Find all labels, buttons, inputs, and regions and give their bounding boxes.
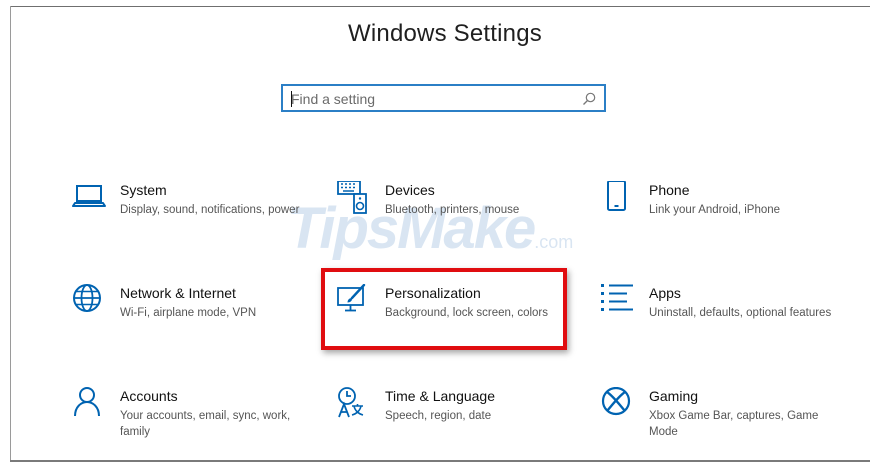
tile-name: Network & Internet [120,285,236,301]
window-bottom-border [10,460,870,462]
text-cursor [291,91,292,107]
tile-name: System [120,182,167,198]
tile-phone[interactable]: Phone Link your Android, iPhone [601,181,841,251]
tile-name: Phone [649,182,690,198]
tile-name: Accounts [120,388,178,404]
tile-name: Devices [385,182,435,198]
tile-description: Uninstall, defaults, optional features [649,307,832,319]
window-left-border [10,6,11,460]
tile-description: Wi-Fi, airplane mode, VPN [120,307,257,319]
page-title: Windows Settings [348,20,542,47]
highlight-box [321,268,567,350]
search-input[interactable] [291,89,571,109]
tile-description: Xbox Game Bar, captures, Game Mode [649,410,819,438]
tile-description: Link your Android, iPhone [649,204,781,216]
tile-description: Speech, region, date [385,410,492,422]
window-top-border [10,6,870,7]
tile-accounts[interactable]: Accounts Your accounts, email, sync, wor… [72,387,312,457]
tile-apps[interactable]: Apps Uninstall, defaults, optional featu… [601,284,841,354]
search-icon[interactable] [581,91,597,107]
tile-description: Bluetooth, printers, mouse [385,204,520,216]
tile-gaming[interactable]: Gaming Xbox Game Bar, captures, Game Mod… [601,387,841,457]
apps-list-icon [601,284,633,311]
keyboard-speaker-icon [337,181,367,214]
xbox-icon [601,387,631,416]
phone-icon [607,181,626,211]
search-box[interactable] [281,84,606,112]
person-icon [74,387,100,417]
tile-time-language[interactable]: Time & Language Speech, region, date [337,387,577,457]
tile-name: Gaming [649,388,699,404]
tile-name: Apps [649,285,681,301]
globe-icon [73,284,101,312]
clock-language-icon [338,387,364,418]
laptop-icon [72,185,106,207]
tile-system[interactable]: System Display, sound, notifications, po… [72,181,312,251]
tile-network-internet[interactable]: Network & Internet Wi-Fi, airplane mode,… [72,284,312,354]
tile-description: Display, sound, notifications, power [120,204,300,216]
tile-devices[interactable]: Devices Bluetooth, printers, mouse [337,181,577,251]
tile-description: Your accounts, email, sync, work, family [120,410,291,438]
tile-name: Time & Language [385,388,495,404]
